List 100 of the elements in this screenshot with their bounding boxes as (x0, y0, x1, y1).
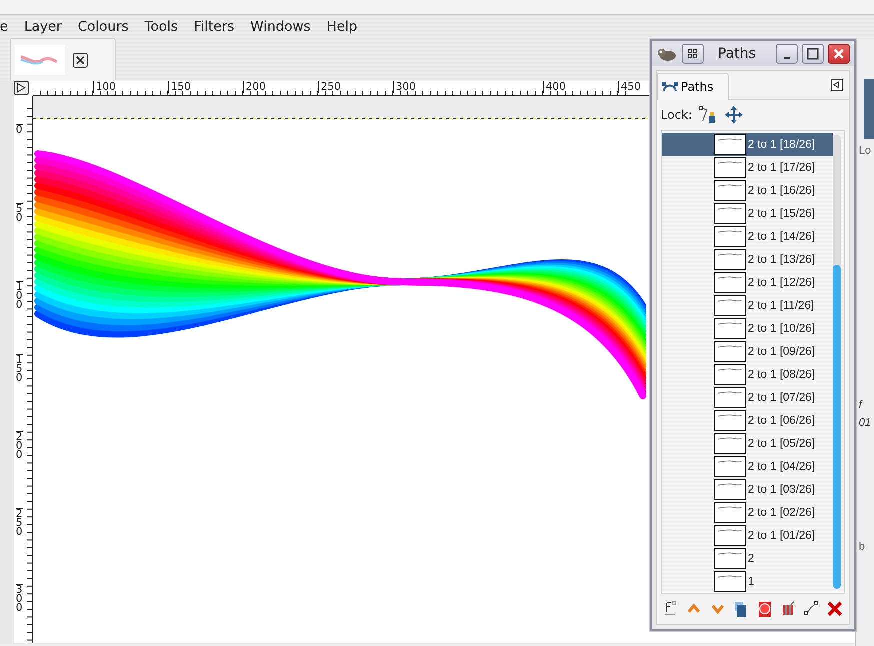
ruler-label: 300 (393, 81, 416, 93)
maximize-icon (806, 46, 820, 60)
path-name: 2 to 1 [12/26] (748, 276, 816, 288)
path-name: 2 to 1 [17/26] (748, 162, 816, 174)
path-name: 2 to 1 [10/26] (748, 322, 816, 334)
tab-menu-icon[interactable] (831, 79, 843, 91)
path-name: 2 to 1 [11/26] (748, 300, 814, 312)
menu-item[interactable]: e (0, 19, 14, 35)
ruler-label: 0 (16, 124, 23, 135)
path-row[interactable]: 2 to 1 [13/26] (662, 248, 833, 271)
ruler-label: 150 (16, 354, 23, 383)
path-name: 2 to 1 [16/26] (748, 184, 816, 196)
path-row[interactable]: 2 to 1 [17/26] (662, 156, 833, 179)
ruler-label: 400 (543, 81, 566, 93)
path-row[interactable]: 2 to 1 [10/26] (662, 317, 833, 340)
path-row[interactable]: 2 to 1 [14/26] (662, 225, 833, 248)
path-thumbnail (714, 341, 746, 362)
path-row[interactable]: 2 to 1 [08/26] (662, 363, 833, 386)
ruler-label: 250 (318, 81, 342, 93)
path-name: 2 to 1 [01/26] (748, 530, 816, 542)
dock-panel (864, 79, 874, 139)
navigate-button[interactable] (14, 81, 29, 95)
maximize-button[interactable] (802, 44, 824, 64)
path-thumbnail (714, 272, 746, 293)
path-row[interactable]: 2 (662, 547, 833, 570)
path-name: 2 to 1 [04/26] (748, 460, 816, 472)
menu-item[interactable]: Help (320, 19, 364, 35)
lock-label: Lock: (661, 108, 692, 122)
menu-item[interactable]: Filters (188, 19, 241, 35)
path-name: 2 to 1 [02/26] (748, 506, 816, 518)
path-row[interactable]: 2 to 1 [15/26] (662, 202, 833, 225)
path-row[interactable]: 2 to 1 [09/26] (662, 340, 833, 363)
path-thumbnail (714, 203, 746, 224)
path-name: 2 to 1 [06/26] (748, 414, 816, 426)
paths-tab[interactable]: Paths (657, 73, 729, 100)
path-thumbnail (714, 157, 746, 178)
ruler-label: 100 (16, 281, 23, 310)
path-name: 2 to 1 [14/26] (748, 230, 816, 242)
path-row[interactable]: 2 to 1 [02/26] (662, 501, 833, 524)
path-thumbnail (714, 249, 746, 270)
path-name: 2 to 1 [18/26] (748, 138, 816, 150)
path-name: 2 to 1 [03/26] (748, 484, 816, 496)
ruler-label: 300 (16, 584, 23, 613)
path-thumbnail (714, 548, 746, 569)
image-thumbnail (15, 45, 65, 75)
grid-icon (686, 46, 700, 60)
path-thumbnail (714, 525, 746, 546)
close-icon (832, 46, 846, 60)
minimize-button[interactable] (776, 44, 798, 64)
path-name: 2 to 1 [09/26] (748, 346, 816, 358)
path-row[interactable]: 1 (662, 570, 833, 593)
menu-item[interactable]: Layer (18, 19, 68, 35)
path-name: 2 to 1 [08/26] (748, 368, 816, 380)
path-thumbnail (714, 226, 746, 247)
path-thumbnail (714, 295, 746, 316)
path-thumbnail (714, 180, 746, 201)
path-row[interactable]: 2 to 1 [05/26] (662, 432, 833, 455)
ruler-label: 450 (618, 81, 642, 93)
path-row[interactable]: 2 to 1 [18/26] (662, 133, 833, 156)
path-name: 2 to 1 [05/26] (748, 438, 816, 450)
path-name: 2 to 1 [13/26] (748, 254, 816, 266)
nodes-icon[interactable] (802, 600, 821, 618)
path-name: 2 to 1 [07/26] (748, 392, 816, 404)
scrollbar[interactable] (833, 135, 841, 589)
path-name: 1 (748, 576, 754, 588)
path-row[interactable]: 2 to 1 [11/26] (662, 294, 833, 317)
path-row[interactable]: 2 to 1 [06/26] (662, 409, 833, 432)
menu-item[interactable]: Windows (244, 19, 317, 35)
menu-item[interactable]: Tools (138, 19, 184, 35)
path-row[interactable]: 2 to 1 [16/26] (662, 179, 833, 202)
path-row[interactable]: 2 to 1 [04/26] (662, 455, 833, 478)
path-name: 2 to 1 [15/26] (748, 208, 816, 220)
paths-icon (662, 81, 678, 93)
minimize-icon (784, 56, 790, 58)
window-title: Paths (717, 46, 758, 62)
grid-button[interactable] (682, 44, 704, 64)
close-icon[interactable] (73, 52, 88, 68)
panel-text: 01 (859, 417, 872, 429)
ruler-label: 50 (16, 203, 23, 223)
menu-item[interactable]: Colours (72, 19, 135, 35)
path-thumbnail (714, 502, 746, 523)
path-thumbnail (714, 433, 746, 454)
ruler-label: 200 (16, 431, 23, 460)
path-thumbnail (714, 134, 746, 155)
path-thumbnail (714, 318, 746, 339)
delete-icon[interactable] (826, 600, 844, 618)
move-icon[interactable] (724, 105, 744, 125)
path-row[interactable]: 2 to 1 [03/26] (662, 478, 833, 501)
panel-text: f (859, 399, 864, 411)
ruler-label: 100 (93, 81, 116, 93)
close-button[interactable] (828, 44, 850, 64)
panel-text: b (859, 541, 866, 553)
ruler-label: 200 (243, 81, 266, 93)
ruler-label: 150 (168, 81, 192, 93)
path-row[interactable]: 2 to 1 [12/26] (662, 271, 833, 294)
path-thumbnail (714, 456, 746, 477)
path-row[interactable]: 2 to 1 [01/26] (662, 524, 833, 547)
panel-label: Lo (859, 145, 872, 157)
path-thumbnail (714, 364, 746, 385)
path-row[interactable]: 2 to 1 [07/26] (662, 386, 833, 409)
